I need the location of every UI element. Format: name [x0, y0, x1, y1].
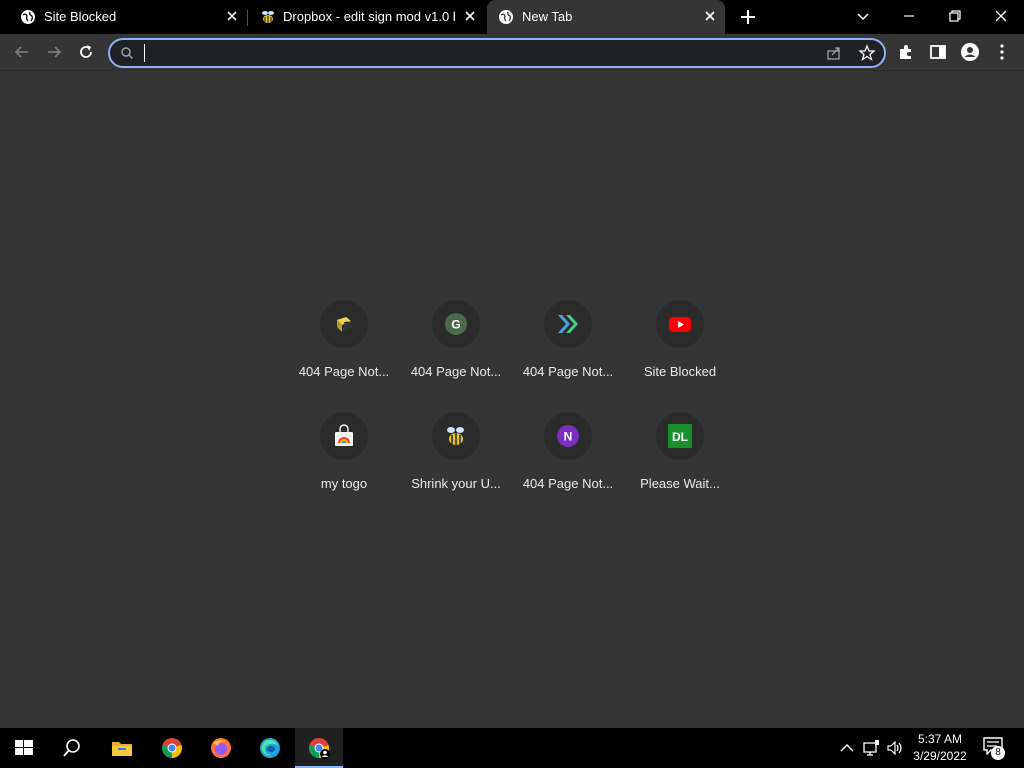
folder-icon	[112, 742, 132, 756]
windows-logo-icon	[15, 740, 33, 755]
system-clock[interactable]: 5:37 AM 3/29/2022	[908, 731, 972, 765]
network-icon[interactable]	[862, 738, 880, 758]
tab-title: New Tab	[522, 9, 573, 24]
extensions-puzzle-icon[interactable]	[896, 42, 916, 62]
reload-icon[interactable]	[76, 42, 96, 62]
tab-new-tab[interactable]: New Tab	[487, 0, 725, 34]
edge-icon	[260, 738, 280, 758]
tile-label: 404 Page Not...	[410, 364, 502, 379]
shortcut-tile[interactable]: G 404 Page Not...	[400, 292, 512, 404]
toolbar	[0, 34, 1024, 71]
minimize-icon[interactable]	[899, 6, 919, 26]
taskbar-chrome-profile[interactable]	[295, 728, 343, 768]
profile-avatar-icon[interactable]	[960, 42, 980, 62]
svg-text:DL: DL	[672, 430, 688, 444]
tab-dropbox[interactable]: Dropbox - edit sign mod v1.0 by	[248, 0, 486, 34]
taskbar-search-button[interactable]	[48, 728, 96, 768]
tile-label: 404 Page Not...	[522, 364, 614, 379]
tile-label: Site Blocked	[643, 364, 717, 379]
shortcut-tile[interactable]: 404 Page Not...	[288, 292, 400, 404]
notification-count-badge: 8	[991, 746, 1005, 760]
shortcut-tile[interactable]: N 404 Page Not...	[512, 404, 624, 516]
address-input[interactable]	[142, 43, 806, 65]
bookmark-star-icon[interactable]	[858, 44, 876, 62]
globe-icon	[21, 10, 35, 24]
shortcut-tile[interactable]: Site Blocked	[624, 292, 736, 404]
share-icon[interactable]	[826, 45, 842, 61]
tab-search-chevron-icon[interactable]	[853, 6, 873, 26]
tile-label: 404 Page Not...	[298, 364, 390, 379]
address-bar[interactable]	[108, 38, 886, 68]
shortcut-tile[interactable]: Shrink your U...	[400, 404, 512, 516]
taskbar: 5:37 AM 3/29/2022 8	[0, 728, 1024, 768]
text-caret	[144, 44, 145, 62]
search-icon	[63, 739, 80, 757]
back-arrow-icon[interactable]	[12, 42, 32, 62]
dl-icon: DL	[668, 424, 692, 448]
notification-center-button[interactable]: 8	[982, 736, 1008, 760]
taskbar-firefox[interactable]	[197, 728, 245, 768]
volume-speaker-icon[interactable]	[886, 738, 904, 758]
youtube-icon	[669, 317, 691, 332]
chrome-profile-icon	[309, 738, 330, 759]
clock-time: 5:37 AM	[917, 732, 963, 746]
svg-text:N: N	[564, 430, 573, 444]
tile-label: my togo	[320, 476, 368, 491]
tile-label: Please Wait...	[640, 476, 720, 491]
tab-strip: Site Blocked Dropbox - edit sign mod v1.…	[0, 0, 1024, 34]
chrome-icon	[162, 738, 182, 758]
search-icon	[121, 47, 134, 60]
restore-icon[interactable]	[945, 6, 965, 26]
firefox-icon	[211, 738, 231, 758]
store-bag-icon	[335, 424, 353, 446]
show-hidden-icons-chevron-icon[interactable]	[838, 738, 856, 758]
tab-title: Site Blocked	[44, 9, 117, 24]
shortcut-tile[interactable]: 404 Page Not...	[512, 292, 624, 404]
taskbar-chrome[interactable]	[148, 728, 196, 768]
forward-arrow-icon[interactable]	[44, 42, 64, 62]
tab-site-blocked[interactable]: Site Blocked	[0, 0, 246, 34]
clock-date: 3/29/2022	[913, 749, 967, 763]
tile-label: 404 Page Not...	[522, 476, 614, 491]
shortcut-tile[interactable]: DL Please Wait...	[624, 404, 736, 516]
close-icon[interactable]	[702, 8, 718, 24]
bee-icon	[262, 11, 274, 23]
tile-label: Shrink your U...	[411, 476, 501, 491]
globe-icon	[499, 10, 513, 24]
close-icon[interactable]	[224, 8, 240, 24]
window-close-icon[interactable]	[991, 6, 1011, 26]
side-panel-icon[interactable]	[928, 42, 948, 62]
tab-title: Dropbox - edit sign mod v1.0 by	[283, 9, 455, 24]
bee-icon	[447, 427, 464, 445]
taskbar-edge[interactable]	[246, 728, 294, 768]
menu-kebab-icon[interactable]	[992, 42, 1012, 62]
svg-text:G: G	[451, 318, 460, 332]
letter-n-icon: N	[557, 425, 579, 447]
double-chevron-icon	[558, 315, 578, 333]
shortcut-tile[interactable]: my togo	[288, 404, 400, 516]
cube-icon	[337, 317, 351, 332]
start-button[interactable]	[0, 728, 48, 768]
close-icon[interactable]	[462, 8, 478, 24]
taskbar-file-explorer[interactable]	[98, 728, 146, 768]
new-tab-plus-icon[interactable]	[738, 7, 758, 27]
letter-g-icon: G	[445, 313, 467, 335]
